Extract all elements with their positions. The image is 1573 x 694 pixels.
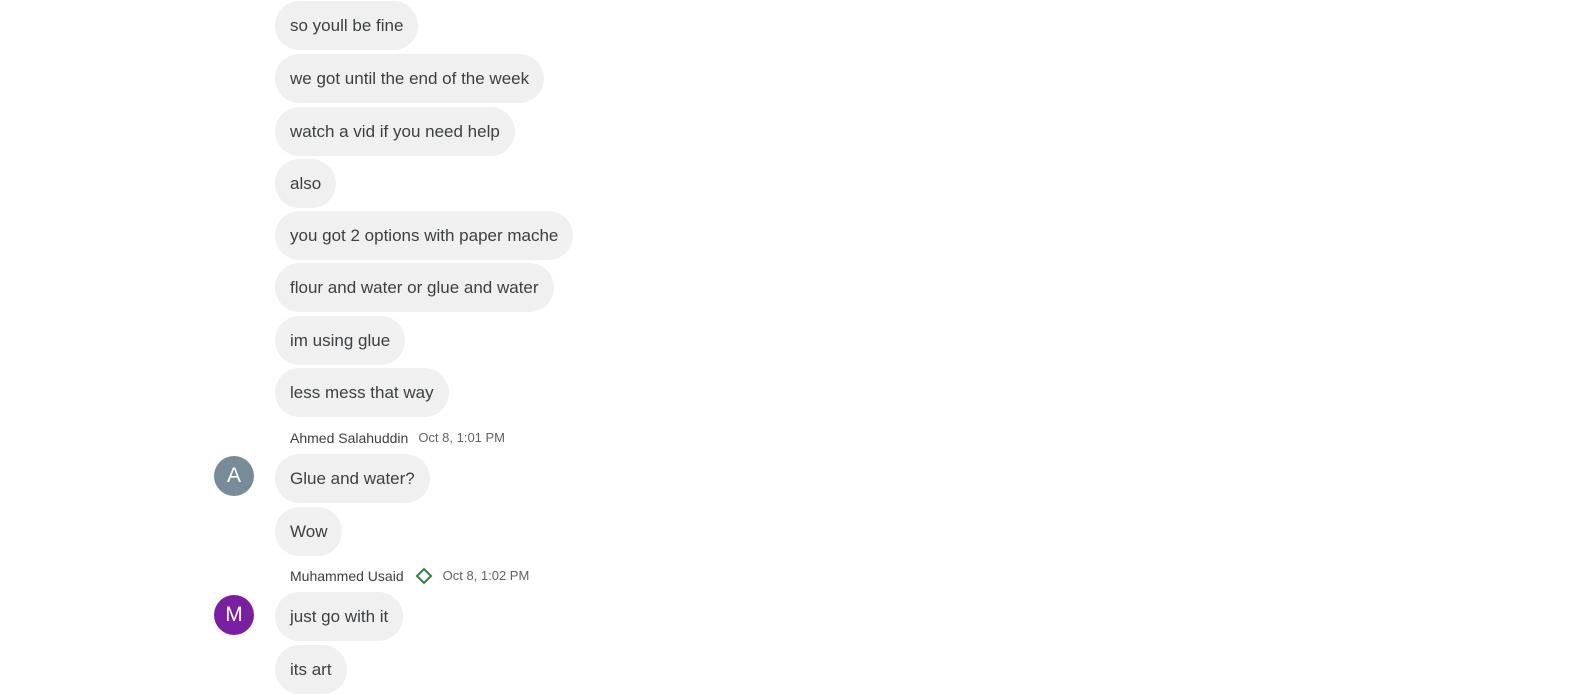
chat-thread: so youll be fine we got until the end of… (0, 0, 1573, 694)
sender-name[interactable]: Ahmed Salahuddin (290, 428, 408, 448)
message-timestamp: Oct 8, 1:02 PM (442, 568, 530, 583)
message-bubble[interactable]: Glue and water? (275, 454, 430, 503)
message-timestamp: Oct 8, 1:01 PM (418, 430, 506, 445)
message-bubble[interactable]: watch a vid if you need help (275, 107, 515, 156)
message-bubble[interactable]: just go with it (275, 592, 404, 641)
sender-name[interactable]: Muhammed Usaid (290, 566, 404, 586)
message-bubble[interactable]: also (275, 159, 337, 208)
message-bubble[interactable]: less mess that way (275, 368, 449, 417)
message-sender-header: Muhammed Usaid Oct 8, 1:02 PM (290, 566, 529, 586)
message-bubble[interactable]: we got until the end of the week (275, 54, 545, 103)
message-bubble[interactable]: so youll be fine (275, 1, 419, 50)
message-bubble[interactable]: Wow (275, 507, 343, 556)
diamond-outline-icon (415, 567, 433, 585)
message-bubble[interactable]: flour and water or glue and water (275, 263, 554, 312)
message-bubble[interactable]: im using glue (275, 316, 406, 365)
avatar[interactable]: M (214, 595, 254, 635)
message-bubble[interactable]: you got 2 options with paper mache (275, 211, 574, 260)
avatar[interactable]: A (214, 456, 254, 496)
message-sender-header: Ahmed Salahuddin Oct 8, 1:01 PM (290, 428, 505, 448)
